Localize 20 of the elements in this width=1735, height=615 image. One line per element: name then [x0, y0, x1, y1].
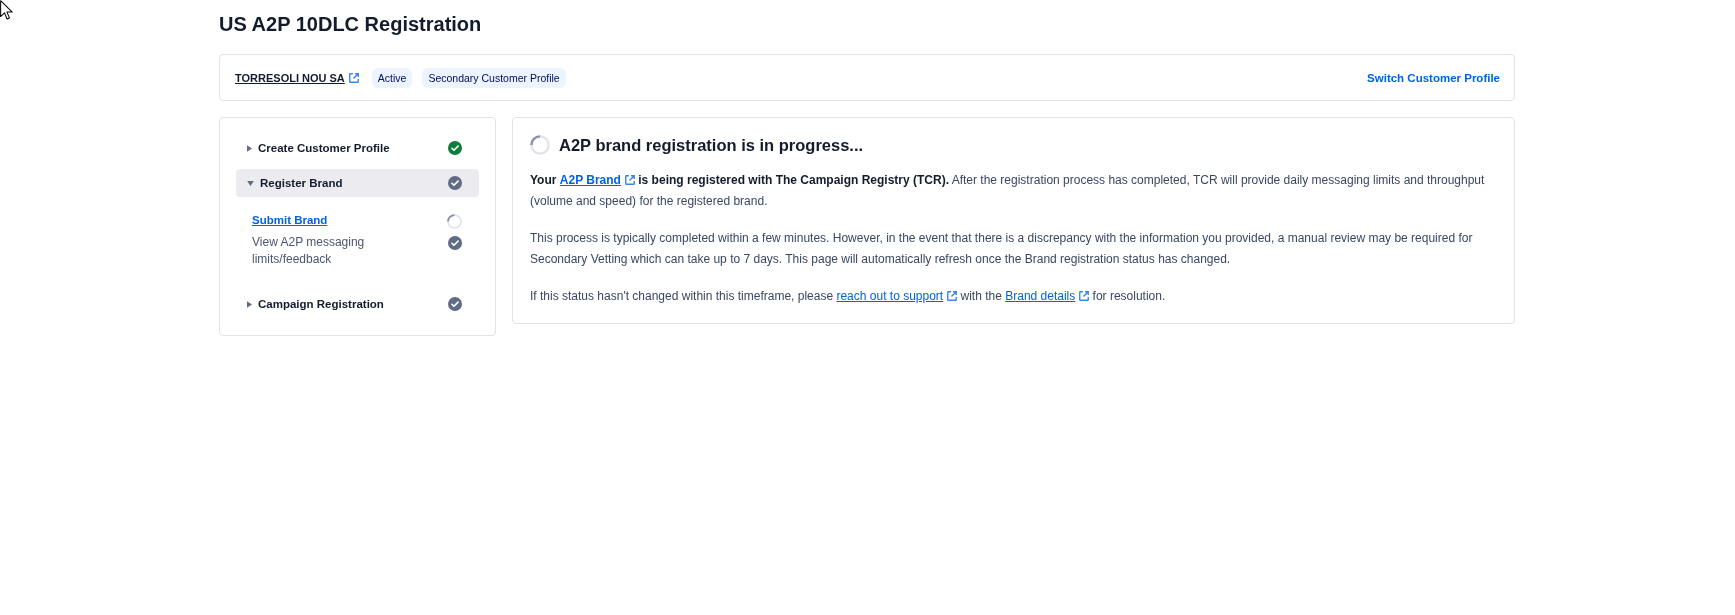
inline-link[interactable]: reach out to support: [836, 289, 944, 303]
profile-name-link[interactable]: TORRESOLI NOU SA: [235, 71, 345, 84]
external-link-icon: [624, 175, 635, 185]
inline-link[interactable]: Brand details: [1005, 289, 1076, 303]
step-item[interactable]: Register Brand: [236, 169, 479, 197]
profile-badge: Secondary Customer Profile: [422, 67, 566, 88]
external-link-icon: [1079, 291, 1090, 301]
submit-link[interactable]: Submit Brand: [252, 212, 328, 229]
description-paragraph: If this status hasn't changed within this timeframe, please reach out to support with the Brand details for resolution.: [530, 288, 1167, 305]
description-paragraph: This process is typically completed within a few minutes. However, in the event that there is a discrepancy with the information you provided, a manual review may be required for Secondary Vetting which can take up to 7 days. This page will automatically refresh once the Brand registration status has changed.: [530, 230, 1474, 268]
step-description: View A2P messaging limits/feedback: [252, 234, 366, 268]
description-paragraph: Your A2P Brand is being registered with The Campaign Registry (TCR). After the registration process has completed, TCR will provide daily messaging limits and throughput (volume and speed) for the registered brand.: [530, 172, 1486, 210]
external-link-icon: [947, 291, 958, 301]
profile-badge: Active: [371, 67, 413, 88]
mouse-cursor-icon: [0, 0, 13, 20]
page-title: US A2P 10DLC Registration: [219, 12, 482, 37]
switch-profile-link[interactable]: Switch Customer Profile: [1367, 71, 1500, 84]
inline-link[interactable]: A2P Brand: [559, 173, 621, 187]
status-heading: A2P brand registration is in progress...: [559, 135, 864, 156]
external-link-icon: [348, 72, 359, 83]
